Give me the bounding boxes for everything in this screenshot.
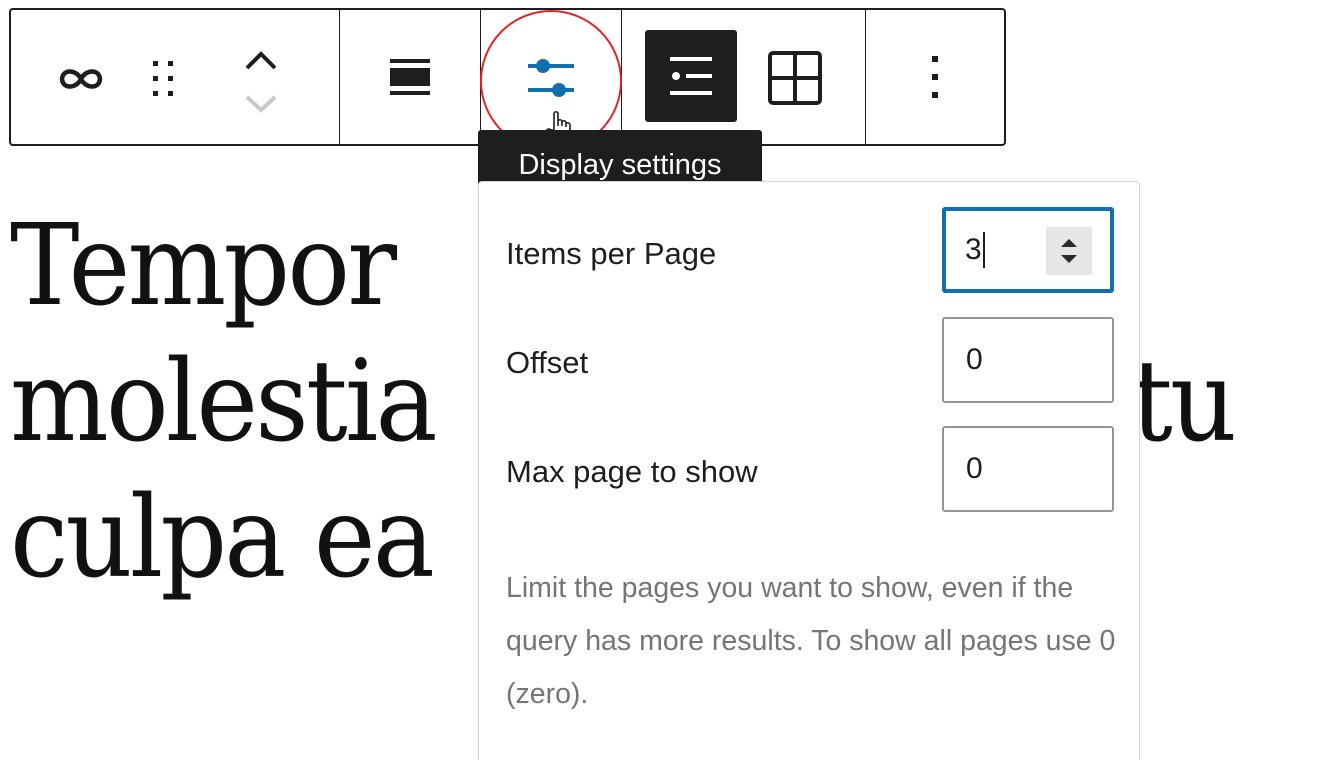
max-page-label: Max page to show	[506, 454, 758, 489]
block-type-button[interactable]	[51, 54, 111, 104]
toolbar-group-align	[340, 10, 481, 144]
toolbar-group-layout	[622, 10, 866, 144]
grid-view-icon	[768, 51, 822, 105]
block-toolbar	[9, 8, 1006, 146]
items-per-page-input[interactable]: 3	[942, 207, 1114, 293]
display-settings-button[interactable]	[516, 42, 586, 112]
spin-down-icon[interactable]	[1060, 254, 1078, 264]
list-view-icon	[670, 57, 712, 95]
chevron-down-icon	[245, 95, 277, 113]
toolbar-group-block	[11, 10, 340, 144]
move-up-button[interactable]	[239, 40, 283, 80]
align-button[interactable]	[380, 47, 440, 107]
more-vertical-icon	[932, 56, 938, 98]
max-page-input[interactable]: 0	[942, 426, 1114, 512]
sliders-icon	[528, 59, 574, 97]
toolbar-group-options	[866, 10, 1004, 144]
grid-view-button[interactable]	[762, 46, 828, 110]
align-wide-icon	[390, 59, 430, 95]
loop-icon	[59, 69, 103, 89]
list-view-button[interactable]	[645, 30, 737, 122]
number-spinner[interactable]	[1046, 227, 1092, 275]
options-button[interactable]	[915, 47, 955, 107]
spin-up-icon[interactable]	[1060, 238, 1078, 248]
items-per-page-label: Items per Page	[506, 236, 717, 271]
drag-handle-button[interactable]	[141, 54, 185, 104]
move-down-button[interactable]	[239, 86, 283, 120]
offset-label: Offset	[506, 345, 589, 380]
chevron-up-icon	[245, 51, 277, 70]
help-text: Limit the pages you want to show, even i…	[506, 572, 1116, 710]
display-settings-popover: Items per Page 3 Offset 0 Max page to sh…	[478, 181, 1140, 760]
max-page-value: 0	[966, 452, 983, 485]
offset-input[interactable]: 0	[942, 317, 1114, 403]
items-per-page-value: 3	[965, 233, 982, 266]
drag-handle-icon	[153, 61, 173, 96]
offset-value: 0	[966, 343, 983, 376]
text-caret	[982, 232, 985, 268]
